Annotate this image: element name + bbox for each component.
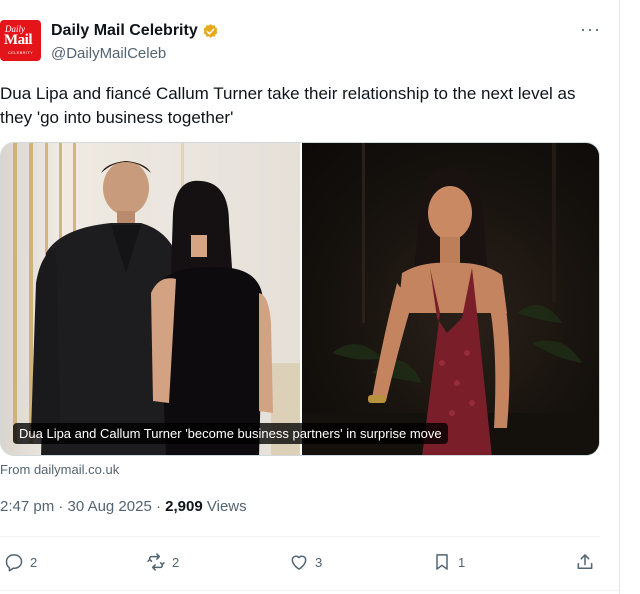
author-handle[interactable]: @DailyMailCeleb [51,45,166,62]
tweet-meta: 2:47 pm · 30 Aug 2025 · 2,909 Views [0,498,247,515]
repost-icon [147,553,165,571]
link-source[interactable]: From dailymail.co.uk [0,462,119,477]
views-label: Views [206,498,247,515]
bookmark-icon [436,554,448,570]
link-card-media[interactable]: Dua Lipa and Callum Turner 'become busin… [0,142,600,456]
avatar-text-2: Mail [4,32,33,48]
solo-photo [302,143,599,455]
frame-border [619,0,620,594]
couple-photo [1,143,300,455]
action-bar: 2 2 3 1 [0,552,600,576]
avatar[interactable]: Daily Mail CELEBRITY [0,20,41,61]
bookmark-count: 1 [458,554,466,570]
tweet-date[interactable]: 30 Aug 2025 [68,498,152,515]
share-icon [577,554,593,569]
share-button[interactable] [575,552,595,572]
meta-separator: · [58,498,64,515]
tweet-time[interactable]: 2:47 pm [0,498,54,515]
reply-count: 2 [30,554,38,570]
repost-button[interactable]: 2 [146,552,179,572]
author-name-row[interactable]: Daily Mail Celebrity [51,22,219,40]
reply-button[interactable]: 2 [4,552,37,572]
bookmark-button[interactable]: 1 [432,552,465,572]
verified-badge-icon [203,23,218,38]
tweet-text: Dua Lipa and fiancé Callum Turner take t… [0,84,576,127]
like-button[interactable]: 3 [289,552,322,572]
media-caption: Dua Lipa and Callum Turner 'become busin… [13,423,448,444]
like-count: 3 [315,554,323,570]
views-count: 2,909 [165,498,203,515]
repost-count: 2 [172,554,180,570]
reply-icon [5,554,23,572]
meta-separator: · [155,498,161,515]
bottom-border [0,590,619,591]
divider [0,536,600,537]
more-icon[interactable]: ··· [580,20,601,38]
avatar-text-3: CELEBRITY [8,50,33,55]
display-name[interactable]: Daily Mail Celebrity [51,22,198,40]
like-icon [291,555,307,570]
